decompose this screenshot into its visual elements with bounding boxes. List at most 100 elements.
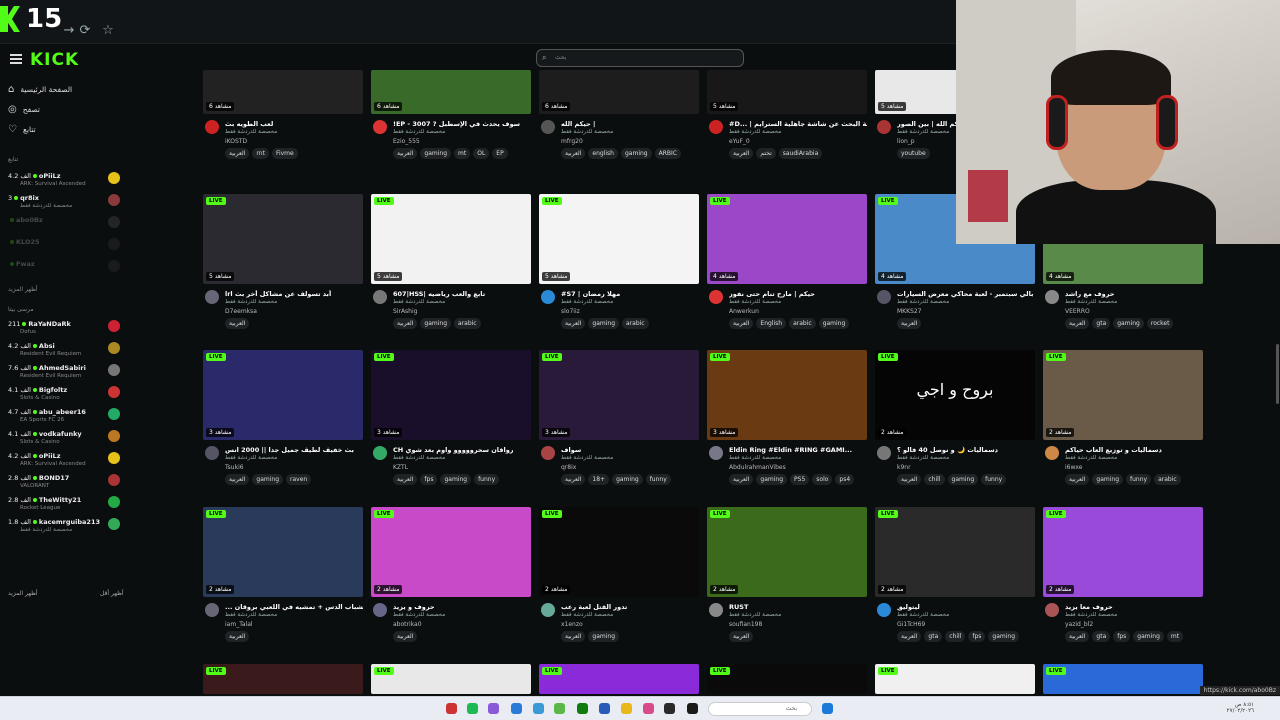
tag-chip[interactable]: rnt xyxy=(252,148,269,159)
stream-title[interactable]: بالي سبتمبر - لعبة محاكي معرض السيارات xyxy=(897,290,1035,298)
streamer-name[interactable]: iam_Talal xyxy=(225,621,253,628)
streamer-name[interactable]: yazid_bl2 xyxy=(1065,621,1093,628)
streamer-avatar[interactable] xyxy=(205,603,219,617)
stream-thumbnail-partial[interactable]: LIVE xyxy=(707,664,867,694)
tag-chip[interactable]: العربية xyxy=(1065,474,1090,485)
stream-category[interactable]: مخصصة للدردشة فقط xyxy=(729,455,781,461)
streamer-name[interactable]: qr8ix xyxy=(561,464,576,471)
streamer-avatar[interactable] xyxy=(205,120,219,134)
streamer-avatar[interactable] xyxy=(709,446,723,460)
streamer-name[interactable]: soufian198 xyxy=(729,621,762,628)
tag-chip[interactable]: ps4 xyxy=(835,474,855,485)
streamer-avatar[interactable] xyxy=(373,120,387,134)
stream-title[interactable]: سواف xyxy=(561,446,699,454)
stream-thumbnail[interactable]: LIVE 2 مشاهد xyxy=(1043,350,1203,440)
sidebar-nav-item[interactable]: ⌂ الصفحة الرئيسية xyxy=(8,84,72,95)
stream-title[interactable]: ... مع الشباب الدس + تمشيه في اللعبي برو… xyxy=(225,603,363,611)
stream-category[interactable]: مخصصة للدردشة فقط xyxy=(225,455,277,461)
tag-chip[interactable]: chill xyxy=(945,631,966,642)
stream-category[interactable]: مخصصة للدردشة فقط xyxy=(561,299,613,305)
streamer-avatar[interactable] xyxy=(205,446,219,460)
stream-thumbnail-partial[interactable]: LIVE xyxy=(1043,664,1203,694)
tag-chip[interactable]: gaming xyxy=(588,318,620,329)
stream-title[interactable]: RUST xyxy=(729,603,867,611)
stream-thumbnail[interactable]: LIVE 4 مشاهد xyxy=(707,194,867,284)
tag-chip[interactable]: gaming xyxy=(818,318,850,329)
sidebar-channel[interactable]: 4.2 الف oPiiLz ARK: Survival Ascended xyxy=(8,452,120,472)
streamer-avatar[interactable] xyxy=(541,120,555,134)
stream-title[interactable]: دسماليات 🌙 و نوصل 40 فالو ؟ xyxy=(897,446,1035,454)
tag-chip[interactable]: gaming xyxy=(1133,631,1164,642)
tag-chip[interactable]: العربية xyxy=(729,318,754,329)
stream-thumbnail[interactable]: 5 مشاهد xyxy=(707,70,867,114)
stream-category[interactable]: مخصصة للدردشة فقط xyxy=(561,129,613,135)
tag-chip[interactable]: العربية xyxy=(561,631,586,642)
stream-title[interactable]: دسماليات و توزيع العاب حياكم xyxy=(1065,446,1203,454)
stream-category[interactable]: مخصصة للدردشة فقط xyxy=(1065,612,1117,618)
tag-chip[interactable]: العربية xyxy=(729,148,754,159)
tag-chip[interactable]: العربية xyxy=(393,148,418,159)
tag-chip[interactable]: Fivme xyxy=(271,148,298,159)
sidebar-channel[interactable]: 4.2 الف oPiiLz ARK: Survival Ascended xyxy=(8,172,120,192)
stream-category[interactable]: مخصصة للدردشة فقط xyxy=(393,129,445,135)
streamer-name[interactable]: SirAshig xyxy=(393,308,417,315)
streamer-name[interactable]: x1enzo xyxy=(561,621,583,628)
tag-chip[interactable]: gaming xyxy=(612,474,643,485)
show-less-link[interactable]: أظهر أقل xyxy=(100,590,124,597)
app-icon[interactable] xyxy=(643,703,654,714)
stream-category[interactable]: مخصصة للدردشة فقط xyxy=(897,299,949,305)
stream-category[interactable]: مخصصة للدردشة فقط xyxy=(729,299,781,305)
stream-category[interactable]: مخصصة للدردشة فقط xyxy=(1065,299,1117,305)
streamer-avatar[interactable] xyxy=(373,603,387,617)
streamer-avatar[interactable] xyxy=(373,290,387,304)
tag-chip[interactable]: العربية xyxy=(393,474,418,485)
stream-title[interactable]: حروف و يزيد xyxy=(393,603,531,611)
tag-chip[interactable]: gaming xyxy=(1092,474,1124,485)
tag-chip[interactable]: العربية xyxy=(561,318,586,329)
stream-thumbnail[interactable]: LIVE 3 مشاهد xyxy=(707,350,867,440)
tag-chip[interactable]: gaming xyxy=(1113,318,1144,329)
app-icon[interactable] xyxy=(554,703,565,714)
stream-thumbnail[interactable]: LIVE 2 مشاهد xyxy=(707,507,867,597)
stream-category[interactable]: مخصصة للدردشة فقط xyxy=(393,299,445,305)
stream-thumbnail[interactable]: LIVE 5 مشاهد xyxy=(539,194,699,284)
sidebar-channel[interactable]: Fwaz xyxy=(8,260,120,280)
app-icon[interactable] xyxy=(599,703,610,714)
stream-thumbnail[interactable]: LIVE 3 مشاهد xyxy=(371,350,531,440)
stream-title[interactable]: بث خفيف لطيف جميل جدا || 2000 انس xyxy=(225,446,363,454)
app-icon[interactable] xyxy=(511,703,522,714)
stream-thumbnail-partial[interactable]: LIVE xyxy=(371,664,531,694)
streamer-name[interactable]: Tsuki6 xyxy=(225,464,244,471)
sidebar-channel[interactable]: abo0Bz xyxy=(8,216,120,236)
tag-chip[interactable]: العربية xyxy=(729,631,754,642)
sidebar-channel[interactable]: 211 RaYaNDaRk Dofus xyxy=(8,320,120,340)
tag-chip[interactable]: ARBIC xyxy=(654,148,681,159)
stream-category[interactable]: مخصصة للدردشة فقط xyxy=(897,455,949,461)
stream-category[interactable]: مخصصة للدردشة فقط xyxy=(897,129,949,135)
stream-title[interactable]: حيكم | مارح تنام حتى نفوز xyxy=(729,290,867,298)
streamer-name[interactable]: k9nr xyxy=(897,464,911,471)
app-icon[interactable] xyxy=(446,703,457,714)
stream-category[interactable]: مخصصة للدردشة فقط xyxy=(225,299,277,305)
streamer-avatar[interactable] xyxy=(373,446,387,460)
stream-thumbnail-partial[interactable]: LIVE xyxy=(203,664,363,694)
sidebar-channel[interactable]: 2.8 الف TheWitty21 Rocket League xyxy=(8,496,120,516)
tag-chip[interactable]: gaming xyxy=(420,318,452,329)
streamer-name[interactable]: MKKS27 xyxy=(897,308,922,315)
tag-chip[interactable]: العربية xyxy=(225,631,250,642)
tag-chip[interactable]: العربية xyxy=(225,318,250,329)
tag-chip[interactable]: gaming xyxy=(588,631,620,642)
sidebar-channel[interactable]: 3 qr8ix مخصصة للدردشة فقط xyxy=(8,194,120,214)
streamer-name[interactable]: slo7iiz xyxy=(561,308,580,315)
stream-thumbnail[interactable]: LIVE 5 مشاهد xyxy=(203,194,363,284)
tag-chip[interactable]: gta xyxy=(1092,631,1111,642)
sidebar-channel[interactable]: 4.2 الف Absi Resident Evil Requiem xyxy=(8,342,120,362)
tag-chip[interactable]: fps xyxy=(968,631,986,642)
tag-chip[interactable]: arabic xyxy=(622,318,649,329)
tag-chip[interactable]: العربية xyxy=(897,631,922,642)
windows-start-icon[interactable] xyxy=(822,703,833,714)
tag-chip[interactable]: العربية xyxy=(729,474,754,485)
tag-chip[interactable]: funny xyxy=(645,474,671,485)
streamer-avatar[interactable] xyxy=(541,446,555,460)
stream-category[interactable]: مخصصة للدردشة فقط xyxy=(225,129,277,135)
